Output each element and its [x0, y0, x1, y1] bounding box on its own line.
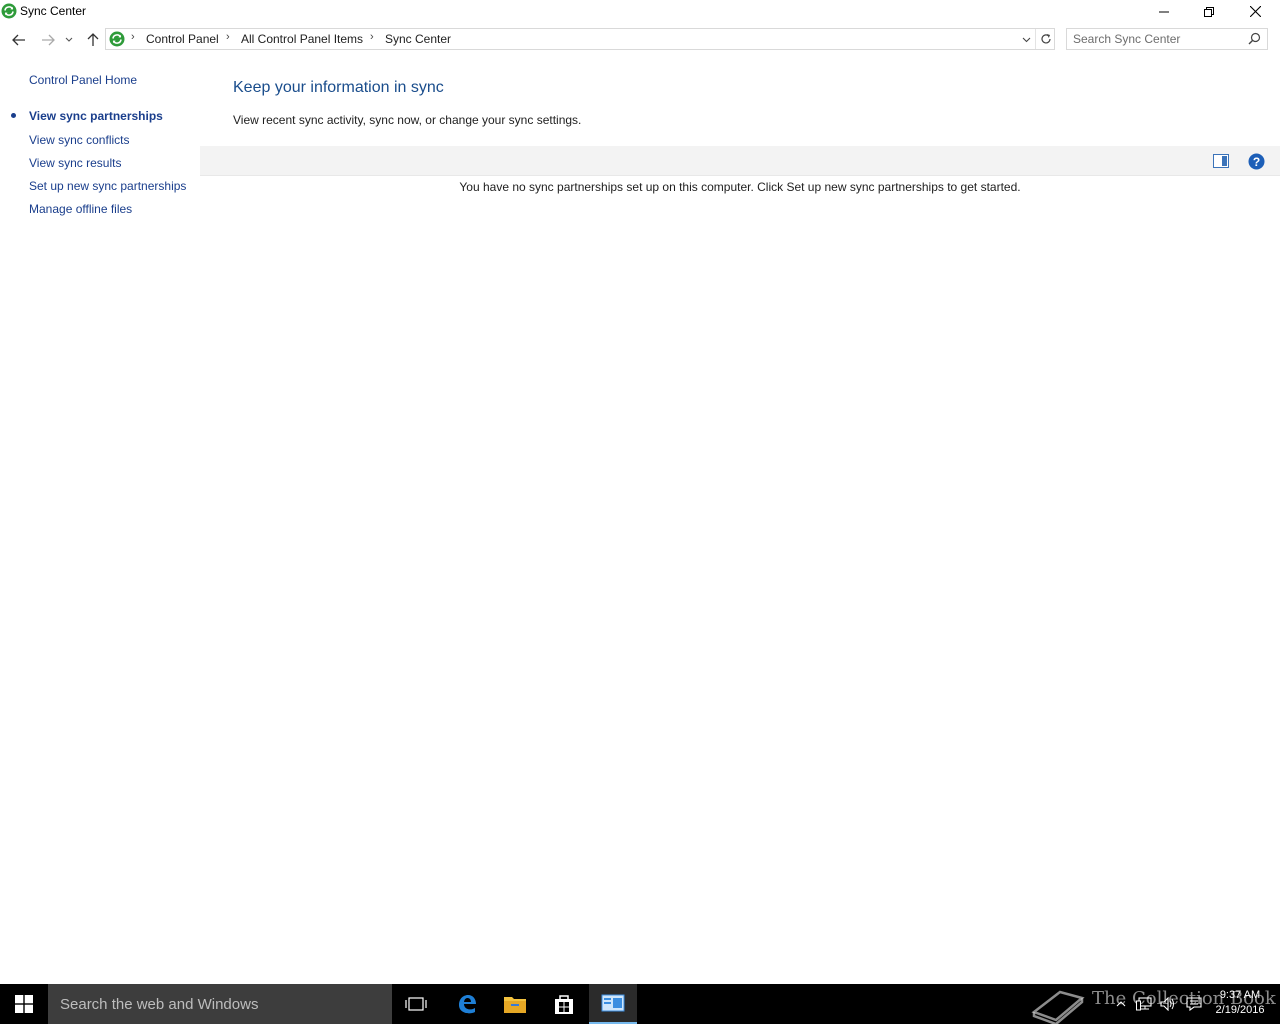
- address-dropdown-button[interactable]: [1018, 32, 1034, 48]
- close-icon: [1249, 6, 1261, 17]
- file-explorer-button[interactable]: [491, 984, 539, 1024]
- forward-arrow-icon: [42, 34, 55, 46]
- edge-browser-button[interactable]: [443, 984, 491, 1024]
- search-input[interactable]: [1073, 31, 1243, 47]
- restore-button[interactable]: [1186, 0, 1232, 23]
- up-button[interactable]: [83, 31, 103, 49]
- help-button[interactable]: ?: [1247, 152, 1265, 170]
- preview-pane-icon: [1213, 154, 1229, 168]
- up-arrow-icon: [87, 33, 99, 46]
- refresh-icon: [1040, 34, 1051, 44]
- taskbar-search-placeholder: Search the web and Windows: [60, 996, 259, 1013]
- edge-icon: [459, 995, 476, 1014]
- network-icon: [1136, 997, 1152, 1011]
- breadcrumb-separator-icon[interactable]: ›: [131, 31, 135, 43]
- action-center-icon: [1186, 997, 1202, 1011]
- view-sync-results-link[interactable]: View sync results: [29, 156, 121, 170]
- sync-center-icon: [109, 31, 125, 50]
- forward-button[interactable]: [38, 31, 58, 49]
- preview-pane-button[interactable]: [1212, 152, 1230, 170]
- chevron-down-icon: [1022, 37, 1030, 43]
- sync-center-icon: [1, 3, 17, 19]
- set-up-sync-partnerships-link[interactable]: Set up new sync partnerships: [29, 179, 186, 193]
- taskbar: Search the web and Windows The Collectio…: [0, 984, 1280, 1024]
- page-description: View recent sync activity, sync now, or …: [233, 113, 582, 127]
- task-view-icon: [405, 997, 427, 1011]
- start-button[interactable]: [0, 984, 48, 1024]
- refresh-button[interactable]: [1035, 29, 1055, 49]
- store-button[interactable]: [540, 984, 588, 1024]
- volume-button[interactable]: [1158, 984, 1178, 1024]
- breadcrumb-control-panel[interactable]: Control Panel: [146, 32, 219, 46]
- back-arrow-icon: [12, 34, 25, 46]
- breadcrumb-separator-icon[interactable]: ›: [370, 31, 374, 43]
- store-icon: [555, 995, 573, 1014]
- minimize-button[interactable]: [1141, 0, 1187, 23]
- recent-locations-button[interactable]: [62, 31, 76, 49]
- back-button[interactable]: [9, 31, 29, 49]
- action-center-button[interactable]: [1183, 984, 1205, 1024]
- breadcrumb-sync-center[interactable]: Sync Center: [385, 32, 451, 46]
- breadcrumb-separator-icon[interactable]: ›: [226, 31, 230, 43]
- breadcrumb-all-items[interactable]: All Control Panel Items: [241, 32, 363, 46]
- manage-offline-files-link[interactable]: Manage offline files: [29, 202, 132, 216]
- show-hidden-icons-button[interactable]: [1112, 984, 1130, 1024]
- view-sync-partnerships-link[interactable]: View sync partnerships: [29, 109, 163, 123]
- view-sync-conflicts-link[interactable]: View sync conflicts: [29, 133, 129, 147]
- control-panel-icon: [601, 994, 625, 1012]
- svg-text:?: ?: [1252, 155, 1259, 169]
- close-button[interactable]: [1232, 0, 1278, 23]
- chevron-down-icon: [65, 37, 73, 42]
- control-panel-home-link[interactable]: Control Panel Home: [29, 73, 137, 87]
- taskbar-search-box[interactable]: Search the web and Windows: [48, 984, 392, 1024]
- search-box[interactable]: [1066, 28, 1268, 50]
- navigation-bar: › Control Panel › All Control Panel Item…: [0, 27, 1280, 53]
- address-bar[interactable]: › Control Panel › All Control Panel Item…: [105, 28, 1055, 50]
- empty-state-message: You have no sync partnerships set up on …: [459, 180, 1021, 194]
- taskbar-clock[interactable]: 9:37 AM 2/19/2016: [1208, 988, 1272, 1018]
- control-panel-taskbar-button[interactable]: [589, 984, 637, 1024]
- folder-icon: [504, 997, 526, 1013]
- clock-time: 9:37 AM: [1219, 989, 1261, 1001]
- window-title: Sync Center: [20, 4, 87, 18]
- watermark-book-icon: [1030, 984, 1086, 1024]
- chevron-up-icon: [1116, 1001, 1126, 1007]
- windows-logo-icon: [15, 995, 33, 1013]
- title-bar: Sync Center: [0, 0, 1280, 23]
- network-button[interactable]: [1134, 984, 1154, 1024]
- command-toolbar: ?: [200, 146, 1280, 176]
- active-item-bullet: [11, 113, 16, 118]
- help-icon: ?: [1248, 153, 1264, 169]
- minimize-icon: [1159, 11, 1169, 12]
- page-title: Keep your information in sync: [233, 79, 444, 96]
- volume-icon: [1160, 997, 1174, 1011]
- clock-date: 2/19/2016: [1215, 1004, 1265, 1016]
- task-view-button[interactable]: [392, 984, 440, 1024]
- search-icon[interactable]: [1248, 32, 1261, 48]
- restore-icon: [1204, 6, 1214, 17]
